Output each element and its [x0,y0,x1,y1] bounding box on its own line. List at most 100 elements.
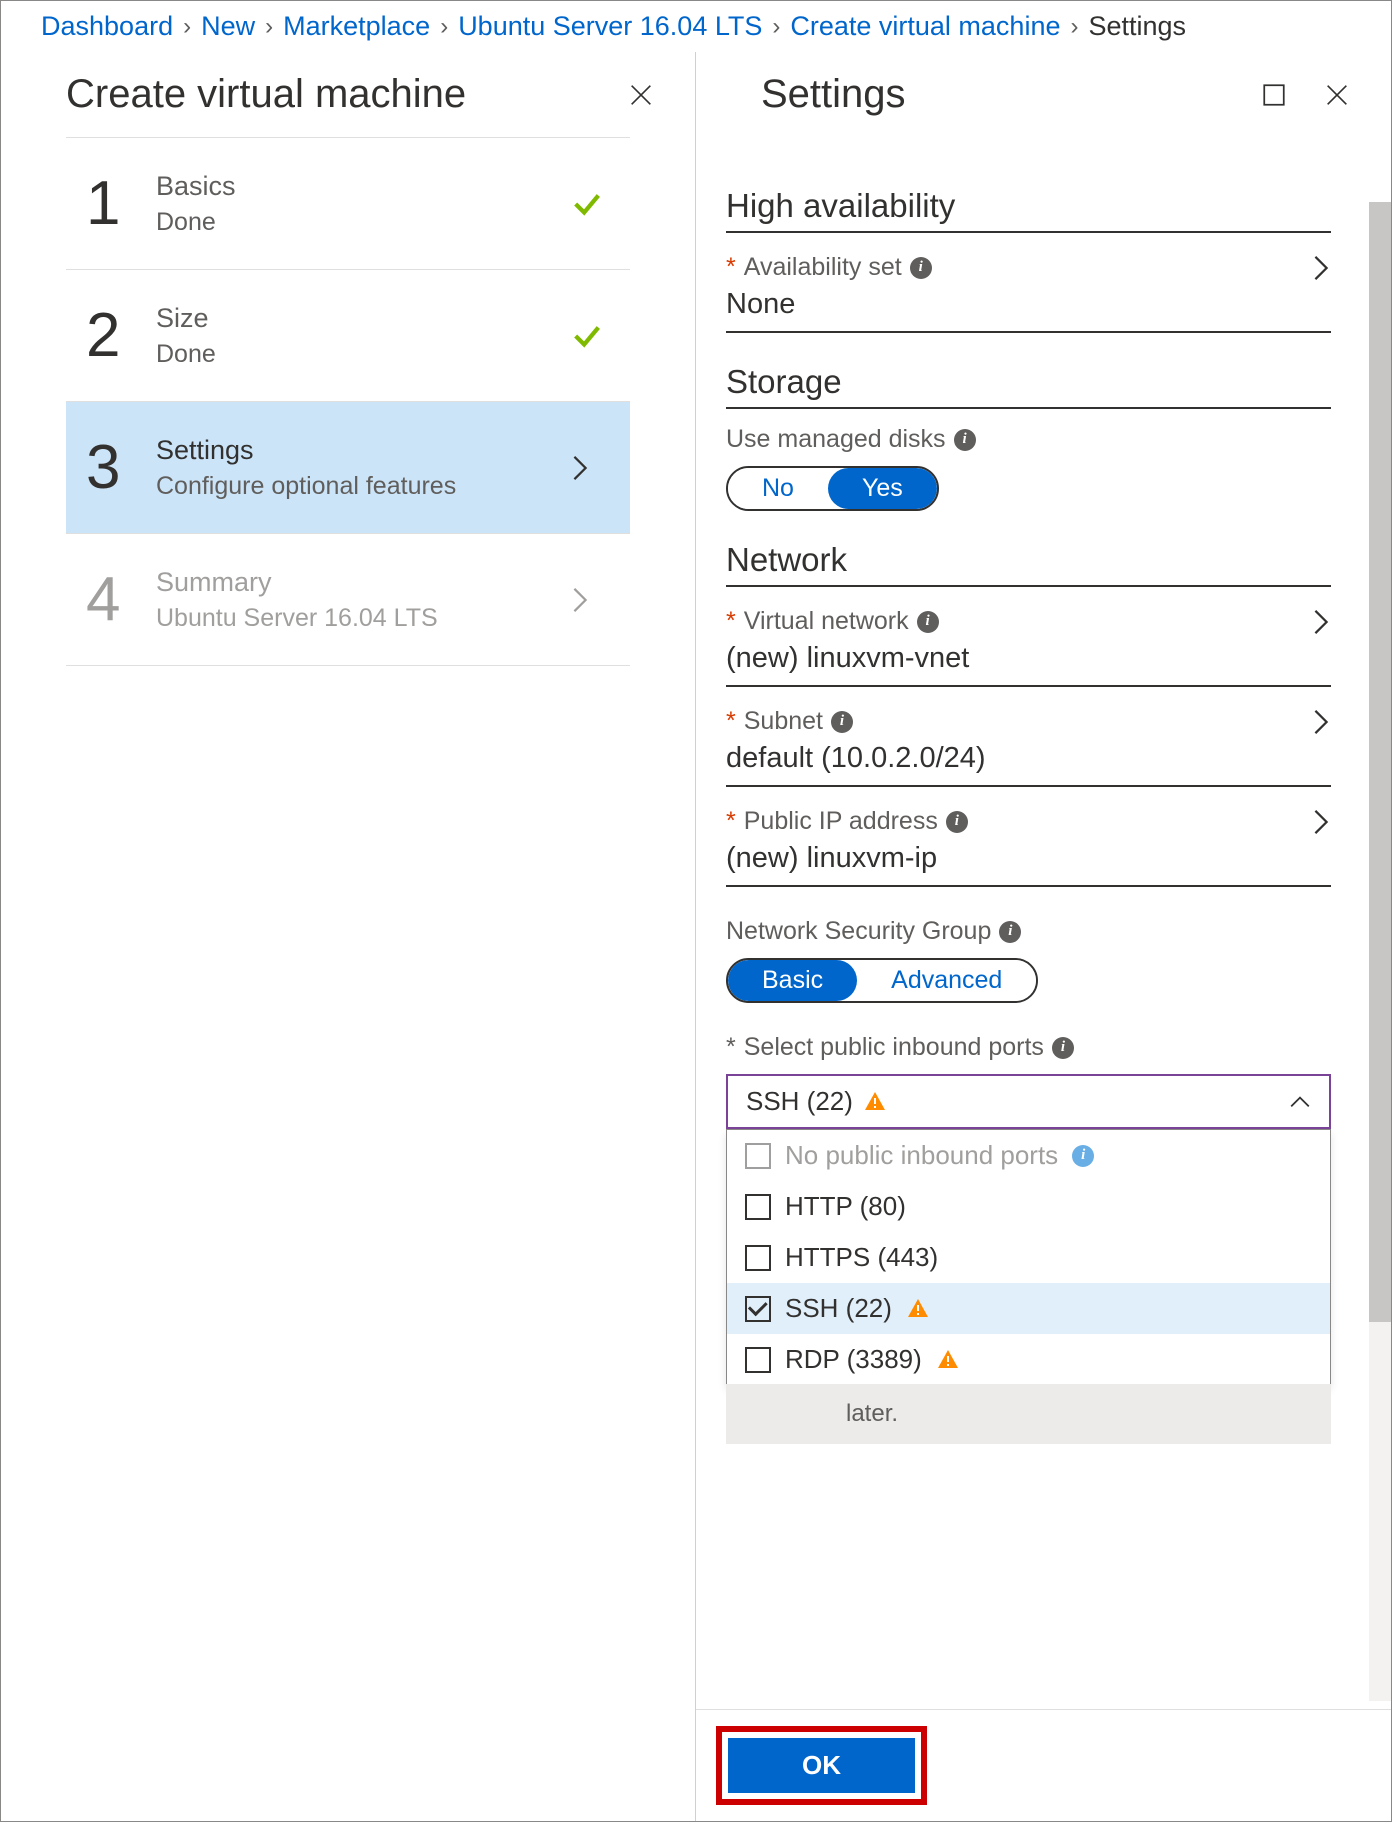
breadcrumb-link[interactable]: New [201,11,255,42]
create-vm-panel: Create virtual machine 1 Basics Done 2 S… [1,52,696,1821]
step-basics[interactable]: 1 Basics Done [66,137,630,270]
chevron-right-icon: › [265,13,273,41]
info-icon[interactable]: i [946,811,968,833]
checkbox[interactable] [745,1347,771,1373]
field-virtual-network[interactable]: *Virtual networki (new) linuxvm-vnet [726,607,1331,687]
required-star: * [726,1033,736,1062]
step-title: Basics [156,171,570,202]
field-value: None [726,288,1331,321]
chevron-up-icon [1289,1095,1311,1109]
chevron-right-icon [570,454,610,482]
managed-disks-toggle[interactable]: No Yes [726,466,939,511]
option-label: HTTP (80) [785,1191,906,1222]
chevron-right-icon [570,586,610,614]
field-label: Select public inbound ports [744,1033,1044,1062]
chevron-right-icon: › [1070,13,1078,41]
breadcrumb: Dashboard › New › Marketplace › Ubuntu Serv… [1,1,1391,52]
field-value: (new) linuxvm-ip [726,842,1331,875]
info-icon[interactable]: i [954,429,976,451]
field-label: Virtual network [744,607,909,636]
checkbox[interactable] [745,1194,771,1220]
step-title: Summary [156,567,570,598]
ok-highlight: OK [716,1726,927,1805]
step-subtitle: Configure optional features [156,472,570,501]
breadcrumb-link[interactable]: Create virtual machine [790,11,1060,42]
info-icon[interactable]: i [1072,1145,1094,1167]
info-icon[interactable]: i [999,921,1021,943]
required-star: * [726,607,736,636]
step-subtitle: Done [156,340,570,369]
section-network: Network [726,541,1331,587]
check-icon [570,319,610,353]
check-icon [570,187,610,221]
option-label: HTTPS (443) [785,1242,938,1273]
port-option-rdp[interactable]: RDP (3389) [727,1334,1330,1385]
dropdown-selected: SSH (22) [746,1086,853,1117]
chevron-right-icon: › [440,13,448,41]
checkbox[interactable] [745,1143,771,1169]
info-icon[interactable]: i [831,711,853,733]
field-label: Public IP address [744,807,938,836]
field-availability-set[interactable]: * Availability set i None [726,253,1331,333]
chevron-right-icon [1311,808,1331,836]
step-number: 1 [86,168,156,239]
info-icon[interactable]: i [1052,1037,1074,1059]
section-storage: Storage [726,363,1331,409]
close-icon[interactable] [1323,81,1351,109]
maximize-icon[interactable] [1261,82,1287,108]
step-title: Size [156,303,570,334]
chevron-right-icon: › [772,13,780,41]
inbound-ports-dropdown[interactable]: SSH (22) [726,1074,1331,1129]
step-size[interactable]: 2 Size Done [66,270,630,402]
close-icon[interactable] [627,81,655,109]
breadcrumb-link[interactable]: Dashboard [41,11,173,42]
port-option-https[interactable]: HTTPS (443) [727,1232,1330,1283]
toggle-yes[interactable]: Yes [828,468,937,509]
panel-title: Settings [761,72,906,117]
step-number: 3 [86,432,156,503]
step-title: Settings [156,435,570,466]
checkbox[interactable] [745,1245,771,1271]
required-star: * [726,253,736,282]
settings-panel: Settings High availability * Availability… [696,52,1391,1821]
step-number: 2 [86,300,156,371]
warning-icon [863,1090,887,1114]
option-label: No public inbound ports [785,1140,1058,1171]
section-high-availability: High availability [726,187,1331,233]
option-label: RDP (3389) [785,1344,922,1375]
option-label: SSH (22) [785,1293,892,1324]
panel-title: Create virtual machine [66,72,466,117]
chevron-right-icon [1311,708,1331,736]
field-subnet[interactable]: *Subneti default (10.0.2.0/24) [726,707,1331,787]
chevron-right-icon: › [183,13,191,41]
step-subtitle: Done [156,208,570,237]
port-option-none[interactable]: No public inbound ports i [727,1130,1330,1181]
toggle-advanced[interactable]: Advanced [857,960,1036,1001]
info-icon[interactable]: i [917,611,939,633]
breadcrumb-link[interactable]: Marketplace [283,11,430,42]
required-star: * [726,807,736,836]
breadcrumb-link[interactable]: Ubuntu Server 16.04 LTS [458,11,762,42]
field-label: Use managed disks [726,425,946,454]
field-label: Subnet [744,707,823,736]
nsg-toggle[interactable]: Basic Advanced [726,958,1038,1003]
field-label: Availability set [744,253,902,282]
field-label: Network Security Group [726,917,991,946]
port-option-http[interactable]: HTTP (80) [727,1181,1330,1232]
step-summary[interactable]: 4 Summary Ubuntu Server 16.04 LTS [66,534,630,666]
field-public-ip[interactable]: * Public IP address i (new) linuxvm-ip [726,807,1331,887]
step-number: 4 [86,564,156,635]
required-star: * [726,707,736,736]
step-settings[interactable]: 3 Settings Configure optional features [66,402,630,534]
step-subtitle: Ubuntu Server 16.04 LTS [156,604,570,633]
toggle-no[interactable]: No [728,468,828,509]
warning-icon [936,1348,960,1372]
chevron-right-icon [1311,608,1331,636]
checkbox[interactable] [745,1296,771,1322]
breadcrumb-current: Settings [1088,11,1186,42]
ok-button[interactable]: OK [728,1738,915,1793]
port-option-ssh[interactable]: SSH (22) [727,1283,1330,1334]
info-icon[interactable]: i [910,257,932,279]
chevron-right-icon [1311,254,1331,282]
toggle-basic[interactable]: Basic [728,960,857,1001]
